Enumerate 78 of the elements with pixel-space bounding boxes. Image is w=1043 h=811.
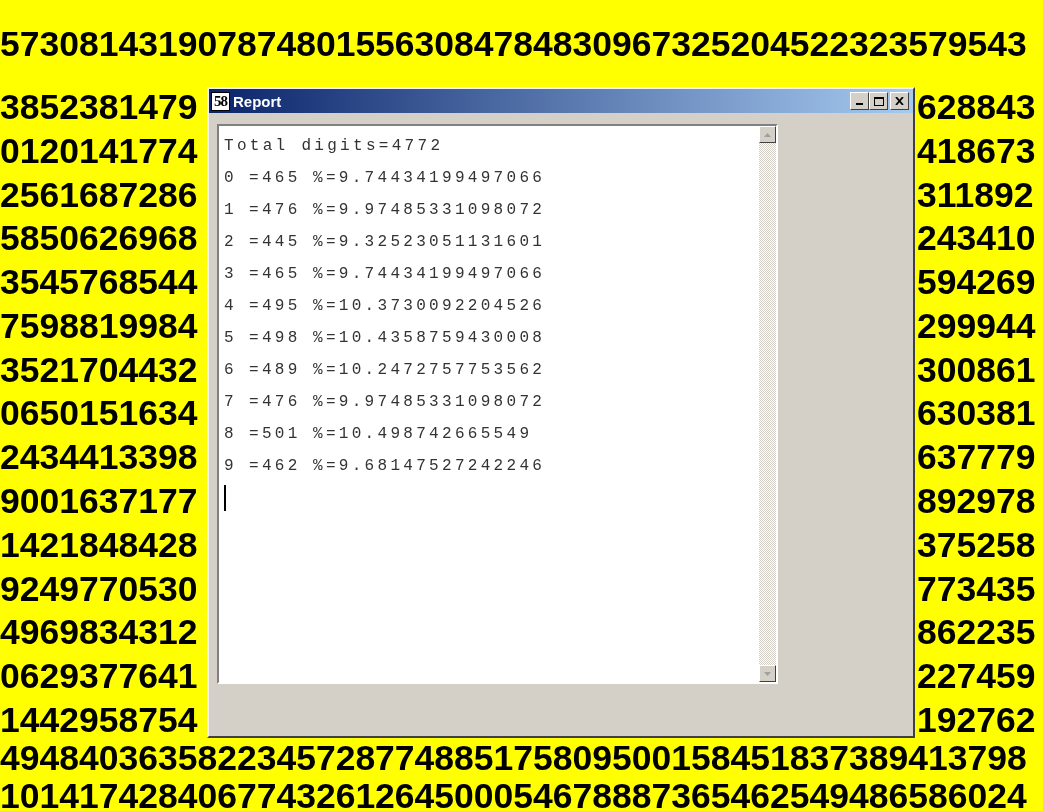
up-arrow-icon (764, 132, 771, 137)
digit-row: 630381 (917, 394, 1036, 433)
digit-row: 7598819984 (0, 306, 198, 345)
digit-row: 1442958754 (0, 700, 198, 738)
digit-row: 4969834312 (0, 613, 198, 652)
scrollbar[interactable] (759, 126, 776, 682)
digit-label: 2 (224, 232, 238, 253)
count-value: =476 (249, 392, 302, 413)
close-icon (895, 97, 904, 105)
down-arrow-icon (764, 671, 771, 676)
digit-row: 773435 (917, 569, 1036, 608)
digit-row: 0650151634 (0, 394, 198, 433)
app-icon: 58 (211, 91, 230, 111)
percent-value: %=10.3730092204526 (313, 296, 546, 317)
digit-label: 9 (224, 456, 238, 477)
digit-label: 1 (224, 200, 238, 221)
count-value: =498 (249, 328, 302, 349)
percent-value: %=9.68147527242246 (313, 456, 546, 477)
count-value: =445 (249, 232, 302, 253)
percent-value: %=10.2472757753562 (313, 360, 546, 381)
maximize-button[interactable] (869, 92, 888, 110)
maximize-icon (873, 96, 884, 106)
digit-row: 192762 (917, 700, 1036, 738)
text-cursor (224, 485, 226, 511)
digit-label: 0 (224, 168, 238, 189)
scroll-down-button[interactable] (759, 665, 776, 682)
digit-row: 4948403635822345728774885175809500158451837389413798 (0, 739, 1027, 777)
digit-row: 594269 (917, 263, 1036, 302)
digit-row: 299944 (917, 306, 1036, 345)
digit-row: 2561687286 (0, 175, 198, 214)
digit-row: 5730814319078748015563084784830967325204522323579543 (0, 25, 1027, 63)
digit-row: 227459 (917, 657, 1036, 696)
count-value: =501 (249, 424, 302, 445)
close-button[interactable] (890, 92, 909, 110)
digit-label: 6 (224, 360, 238, 381)
count-value: =465 (249, 168, 302, 189)
digit-row: 418673 (917, 131, 1036, 170)
digit-row: 2434413398 (0, 438, 198, 477)
digit-row: 300861 (917, 350, 1036, 389)
digit-label: 5 (224, 328, 238, 349)
report-header: Total digits=4772 (224, 136, 444, 157)
count-value: =476 (249, 200, 302, 221)
digit-row: 375258 (917, 525, 1036, 564)
digit-row: 243410 (917, 219, 1036, 258)
count-value: =462 (249, 456, 302, 477)
digit-label: 3 (224, 264, 238, 285)
digit-label: 8 (224, 424, 238, 445)
digit-row: 9249770530 (0, 569, 198, 608)
digit-row: 628843 (917, 88, 1036, 126)
percent-value: %=9.74434199497066 (313, 168, 546, 189)
digit-row: 637779 (917, 438, 1036, 477)
digit-row: 311892 (917, 175, 1034, 214)
digit-label: 7 (224, 392, 238, 413)
percent-value: %=9.74434199497066 (313, 264, 546, 285)
digit-row: 0120141774 (0, 131, 198, 170)
digit-row: 1014174284067743261264500054678887365462549486586024 (0, 777, 1027, 811)
count-value: =489 (249, 360, 302, 381)
digit-row: 892978 (917, 482, 1036, 521)
minimize-button[interactable] (850, 92, 869, 110)
percent-value: %=9.32523051131601 (313, 232, 546, 253)
digit-row: 3545768544 (0, 263, 198, 302)
digit-row: 3852381479 (0, 88, 198, 126)
digit-row: 3521704432 (0, 350, 198, 389)
digit-row: 1421848428 (0, 525, 198, 564)
digit-row: 5850626968 (0, 219, 198, 258)
digit-label: 4 (224, 296, 238, 317)
digit-row: 862235 (917, 613, 1036, 652)
count-value: =465 (249, 264, 302, 285)
percent-value: %=10.4358759430008 (313, 328, 546, 349)
count-value: =495 (249, 296, 302, 317)
percent-value: %=9.97485331098072 (313, 200, 546, 221)
percent-value: %=9.97485331098072 (313, 392, 546, 413)
percent-value: %=10.498742665549 (313, 424, 533, 445)
report-text-area[interactable] (217, 124, 778, 684)
digit-row: 9001637177 (0, 482, 198, 521)
digit-row: 0629377641 (0, 657, 198, 696)
scroll-up-button[interactable] (759, 126, 776, 143)
window-title: Report (233, 92, 283, 110)
